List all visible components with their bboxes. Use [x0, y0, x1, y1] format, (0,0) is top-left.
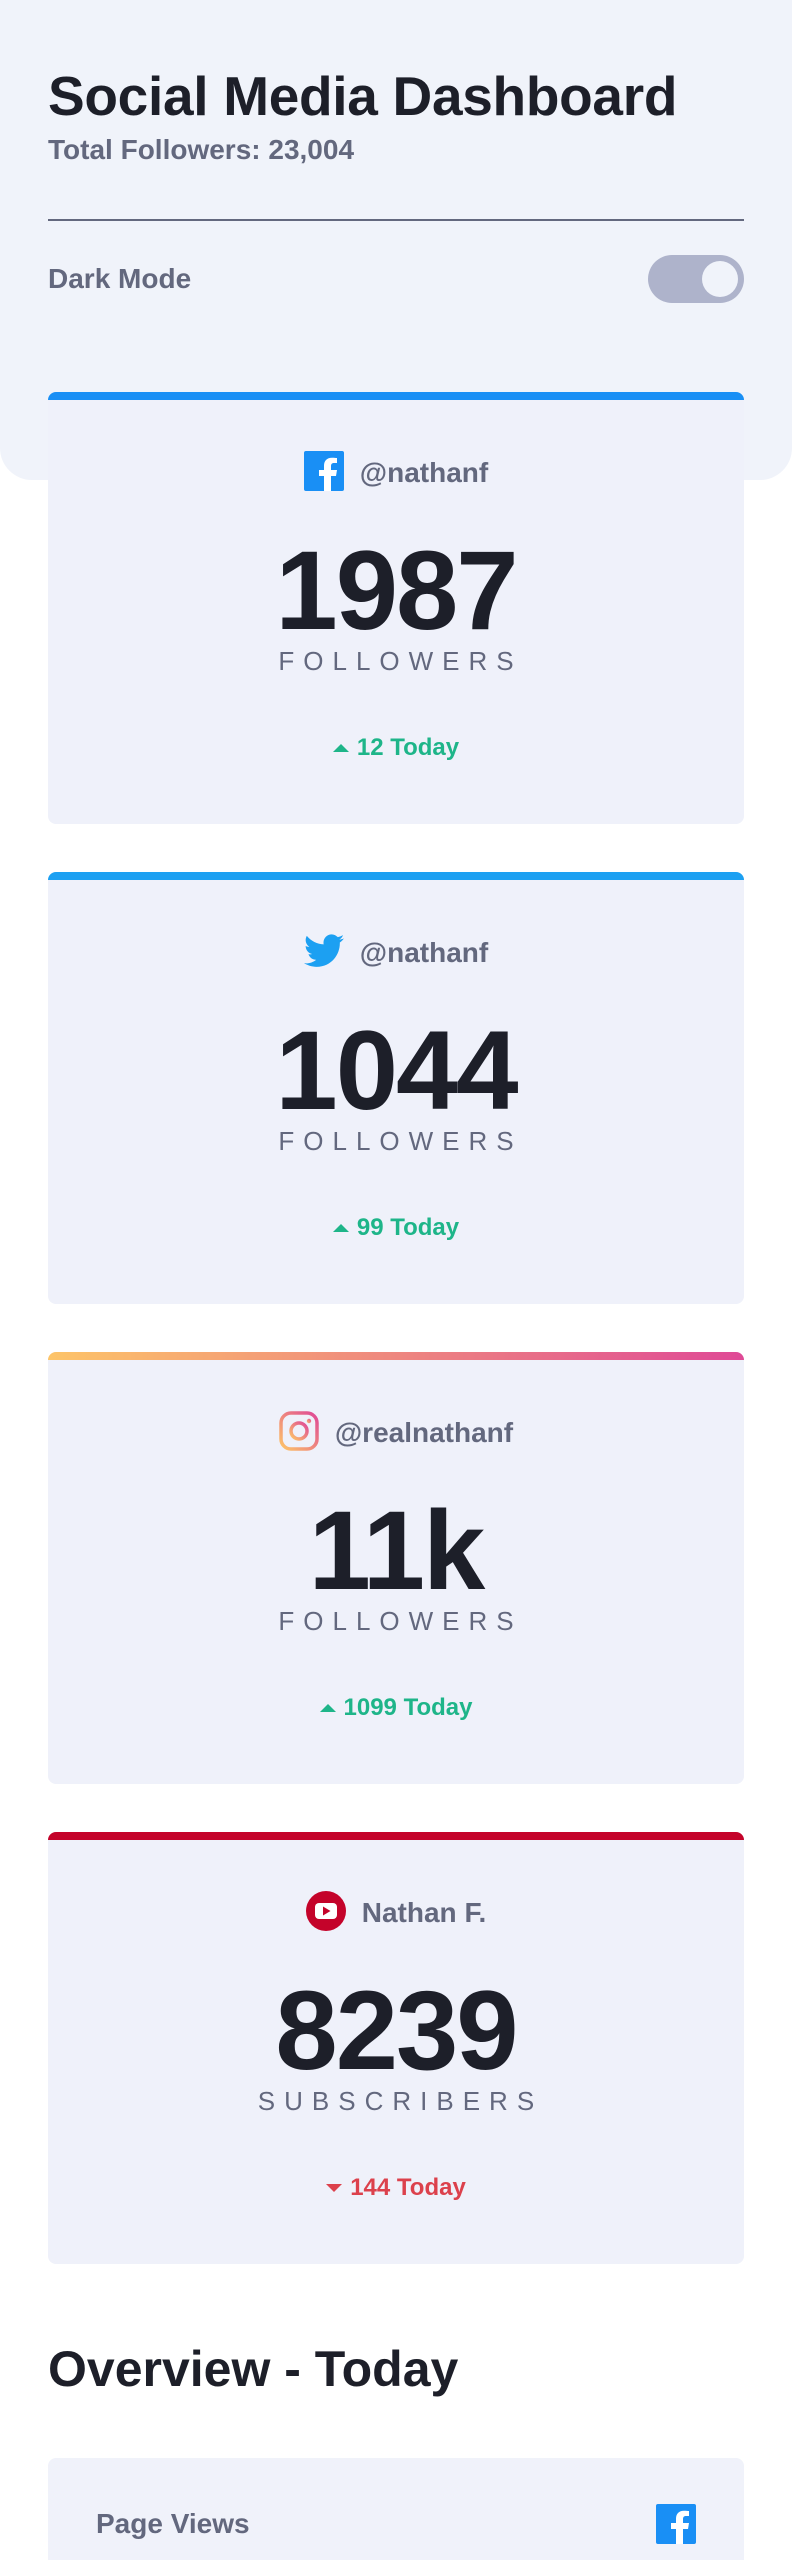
dark-mode-toggle[interactable]: [648, 255, 744, 303]
card-accent-bar: [48, 1832, 744, 1840]
header-divider: [48, 219, 744, 221]
card-header: @nathanf: [48, 450, 744, 496]
card-header: Nathan F.: [48, 1890, 744, 1936]
header: Social Media Dashboard Total Followers: …: [48, 64, 744, 166]
card-facebook[interactable]: @nathanf 1987 FOLLOWERS 12 Today: [48, 392, 744, 824]
dark-mode-label: Dark Mode: [48, 263, 192, 294]
overview-card-label: Page Views: [96, 2508, 250, 2539]
count-unit: SUBSCRIBERS: [257, 2086, 544, 2116]
page-title: Social Media Dashboard: [48, 65, 678, 127]
daily-change: 144 Today: [48, 2174, 744, 2202]
daily-change: 12 Today: [48, 734, 744, 762]
follower-count: 1987: [275, 528, 518, 653]
card-handle: @nathanf: [359, 937, 489, 968]
toggle-knob: [702, 261, 738, 297]
overview-card-page-views[interactable]: Page Views: [48, 2458, 744, 2560]
arrow-down-icon: [326, 2184, 343, 2192]
daily-change-value: 1099 Today: [343, 1694, 473, 1721]
daily-change-value: 144 Today: [350, 2174, 466, 2201]
facebook-icon: [303, 450, 344, 496]
twitter-icon: [303, 933, 344, 973]
arrow-up-icon: [332, 1224, 349, 1232]
instagram-icon: [279, 1410, 319, 1456]
daily-change: 1099 Today: [48, 1694, 744, 1722]
card-twitter[interactable]: @nathanf 1044 FOLLOWERS 99 Today: [48, 872, 744, 1304]
youtube-icon: [305, 1890, 346, 1936]
count-unit: FOLLOWERS: [278, 1126, 523, 1156]
card-handle: Nathan F.: [361, 1897, 487, 1928]
card-accent-bar: [48, 1352, 744, 1360]
card-accent-bar: [48, 392, 744, 400]
subscriber-count: 8239: [275, 1968, 518, 2093]
arrow-up-icon: [319, 1704, 336, 1712]
card-accent-bar: [48, 872, 744, 880]
overview-title: Overview - Today: [48, 2341, 459, 2397]
daily-change-value: 12 Today: [356, 734, 460, 761]
card-header: @nathanf: [48, 932, 744, 974]
daily-change-value: 99 Today: [356, 1214, 460, 1241]
dark-mode-row: Dark Mode: [48, 254, 744, 304]
card-instagram[interactable]: @realnathanf 11k FOLLOWERS 1099 Today: [48, 1352, 744, 1784]
follower-count: 1044: [275, 1008, 518, 1133]
card-handle: @realnathanf: [334, 1417, 514, 1448]
total-followers: Total Followers: 23,004: [48, 134, 355, 165]
daily-change: 99 Today: [48, 1214, 744, 1242]
arrow-up-icon: [332, 744, 349, 752]
card-header: @realnathanf: [48, 1410, 744, 1456]
count-unit: FOLLOWERS: [278, 646, 523, 676]
card-youtube[interactable]: Nathan F. 8239 SUBSCRIBERS 144 Today: [48, 1832, 744, 2264]
count-unit: FOLLOWERS: [278, 1606, 523, 1636]
facebook-icon: [656, 2504, 696, 2549]
card-handle: @nathanf: [359, 457, 489, 488]
follower-count: 11k: [308, 1488, 486, 1613]
